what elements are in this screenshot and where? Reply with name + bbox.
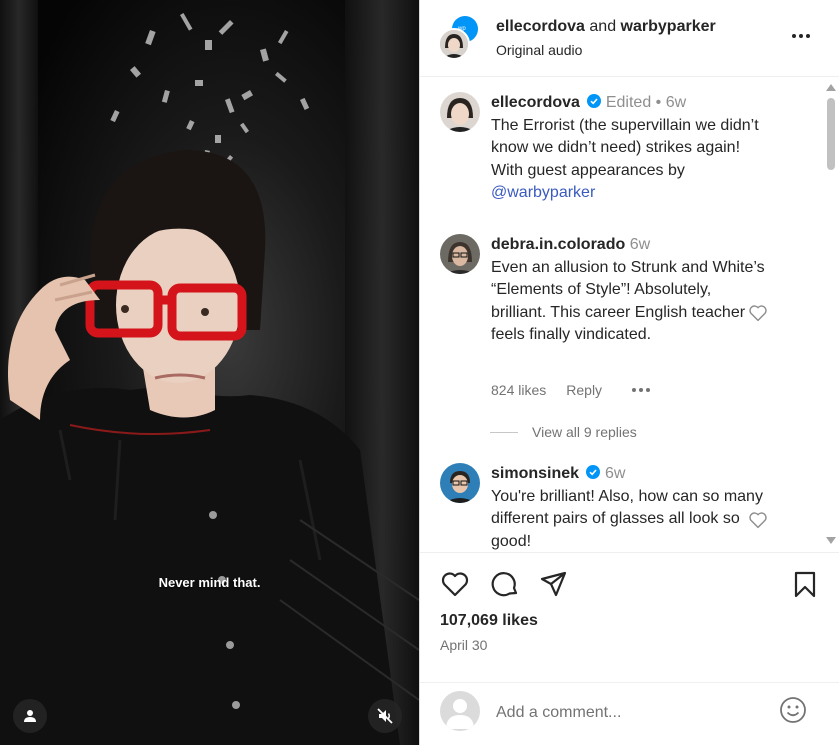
comment-body: debra.in.colorado 6w Even an allusion to… (491, 234, 766, 347)
avatar[interactable] (440, 234, 480, 274)
share-icon[interactable] (539, 569, 569, 599)
post-date[interactable]: April 30 (440, 637, 487, 653)
post-panel: wp ellecordova and warbyparker Original … (419, 0, 839, 745)
comments-list[interactable]: ellecordova Edited • 6w The Errorist (th… (420, 78, 839, 550)
caption-username[interactable]: ellecordova (491, 94, 580, 111)
comment-icon[interactable] (490, 569, 520, 599)
comments-scrollbar[interactable] (823, 78, 839, 550)
current-user-avatar (440, 691, 480, 731)
reply-button[interactable]: Reply (566, 382, 602, 398)
audio-link[interactable]: Original audio (496, 42, 582, 58)
bookmark-icon[interactable] (790, 569, 820, 599)
comment-actions: 824 likes Reply (491, 382, 651, 398)
collab-avatar-front[interactable] (438, 28, 470, 60)
more-icon (792, 34, 796, 38)
caption-body: ellecordova Edited • 6w The Errorist (th… (491, 92, 766, 205)
comment-username[interactable]: simonsinek (491, 465, 579, 482)
comment-text: You're brilliant! Also, how can so many … (491, 487, 763, 550)
avatar[interactable] (440, 92, 480, 132)
video-player[interactable]: Never mind that. (0, 0, 419, 745)
author-link-1[interactable]: ellecordova (496, 18, 585, 35)
avatar[interactable] (440, 463, 480, 503)
verified-icon (586, 465, 601, 479)
heart-icon[interactable] (440, 569, 470, 599)
more-icon (632, 388, 637, 392)
comment-options-button[interactable] (632, 388, 651, 392)
mention-link[interactable]: @warbyparker (491, 184, 595, 201)
comment-text: Even an allusion to Strunk and White’s “… (491, 258, 765, 344)
tagged-users-button[interactable] (13, 699, 47, 733)
post-header: wp ellecordova and warbyparker Original … (420, 0, 839, 77)
authors-conjunction: and (589, 18, 617, 35)
edited-label: Edited (605, 94, 652, 111)
user-icon (24, 710, 36, 722)
post-actions: 107,069 likes April 30 (420, 552, 839, 682)
comment-input[interactable] (496, 701, 756, 725)
view-replies-button[interactable]: View all 9 replies (490, 424, 637, 440)
comment-username[interactable]: debra.in.colorado (491, 236, 625, 253)
meta-separator: • (655, 94, 662, 111)
like-comment-heart-icon[interactable] (748, 304, 768, 322)
video-frame (0, 13, 419, 745)
post-likes[interactable]: 107,069 likes (440, 612, 538, 630)
comment-item: simonsinek 6w You're brilliant! Also, ho… (440, 463, 800, 550)
scrollbar-thumb[interactable] (827, 98, 835, 170)
verified-icon (587, 94, 602, 108)
mute-button[interactable] (368, 699, 402, 733)
mute-icon (377, 708, 393, 724)
post-authors: ellecordova and warbyparker (496, 18, 716, 36)
caption-age[interactable]: 6w (666, 94, 686, 111)
caption: ellecordova Edited • 6w The Errorist (th… (440, 92, 800, 242)
comment-composer (420, 682, 839, 745)
comment-body: simonsinek 6w You're brilliant! Also, ho… (491, 463, 766, 550)
video-subtitle: Never mind that. (158, 575, 261, 590)
scroll-up-arrow-icon[interactable] (826, 84, 836, 91)
caption-text: The Errorist (the supervillain we didn’t… (491, 116, 759, 179)
scroll-down-arrow-icon[interactable] (826, 537, 836, 544)
replies-divider (490, 431, 518, 433)
like-comment-heart-icon[interactable] (748, 511, 768, 529)
more-options-button[interactable] (789, 24, 813, 48)
comment-age[interactable]: 6w (605, 465, 625, 482)
emoji-icon[interactable] (778, 695, 808, 725)
comment-item: debra.in.colorado 6w Even an allusion to… (440, 234, 800, 444)
author-link-2[interactable]: warbyparker (621, 18, 716, 35)
view-replies-label: View all 9 replies (532, 424, 637, 440)
comment-age[interactable]: 6w (630, 236, 650, 253)
comment-likes[interactable]: 824 likes (491, 382, 546, 398)
